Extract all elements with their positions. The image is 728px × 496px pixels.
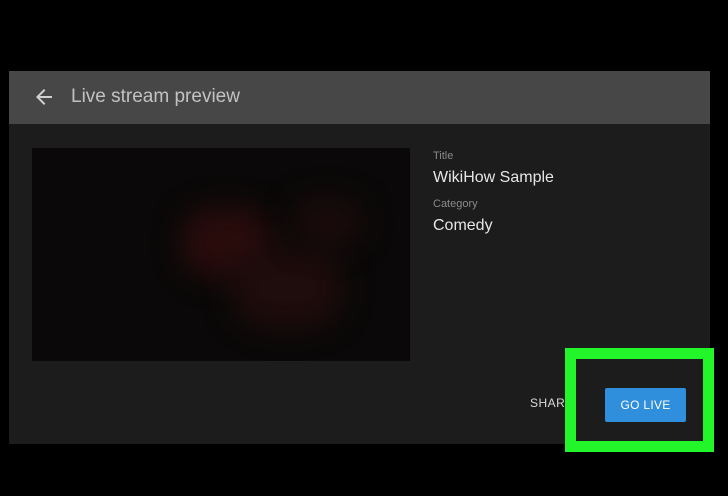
stream-preview-video bbox=[32, 148, 410, 361]
arrow-left-icon bbox=[32, 85, 56, 109]
title-label: Title bbox=[433, 150, 454, 162]
category-field: Category Comedy bbox=[433, 197, 693, 237]
title-value: WikiHow Sample bbox=[433, 169, 554, 186]
share-button[interactable]: SHAR bbox=[530, 395, 565, 411]
back-button[interactable] bbox=[32, 85, 56, 109]
stream-details: Title WikiHow Sample Category Comedy bbox=[433, 149, 693, 237]
title-field: Title WikiHow Sample bbox=[433, 149, 693, 189]
dialog-title: Live stream preview bbox=[71, 86, 240, 107]
category-value: Comedy bbox=[433, 217, 493, 234]
dialog-header: Live stream preview bbox=[9, 71, 710, 124]
go-live-button[interactable]: GO LIVE bbox=[605, 388, 686, 422]
category-label: Category bbox=[433, 198, 478, 210]
